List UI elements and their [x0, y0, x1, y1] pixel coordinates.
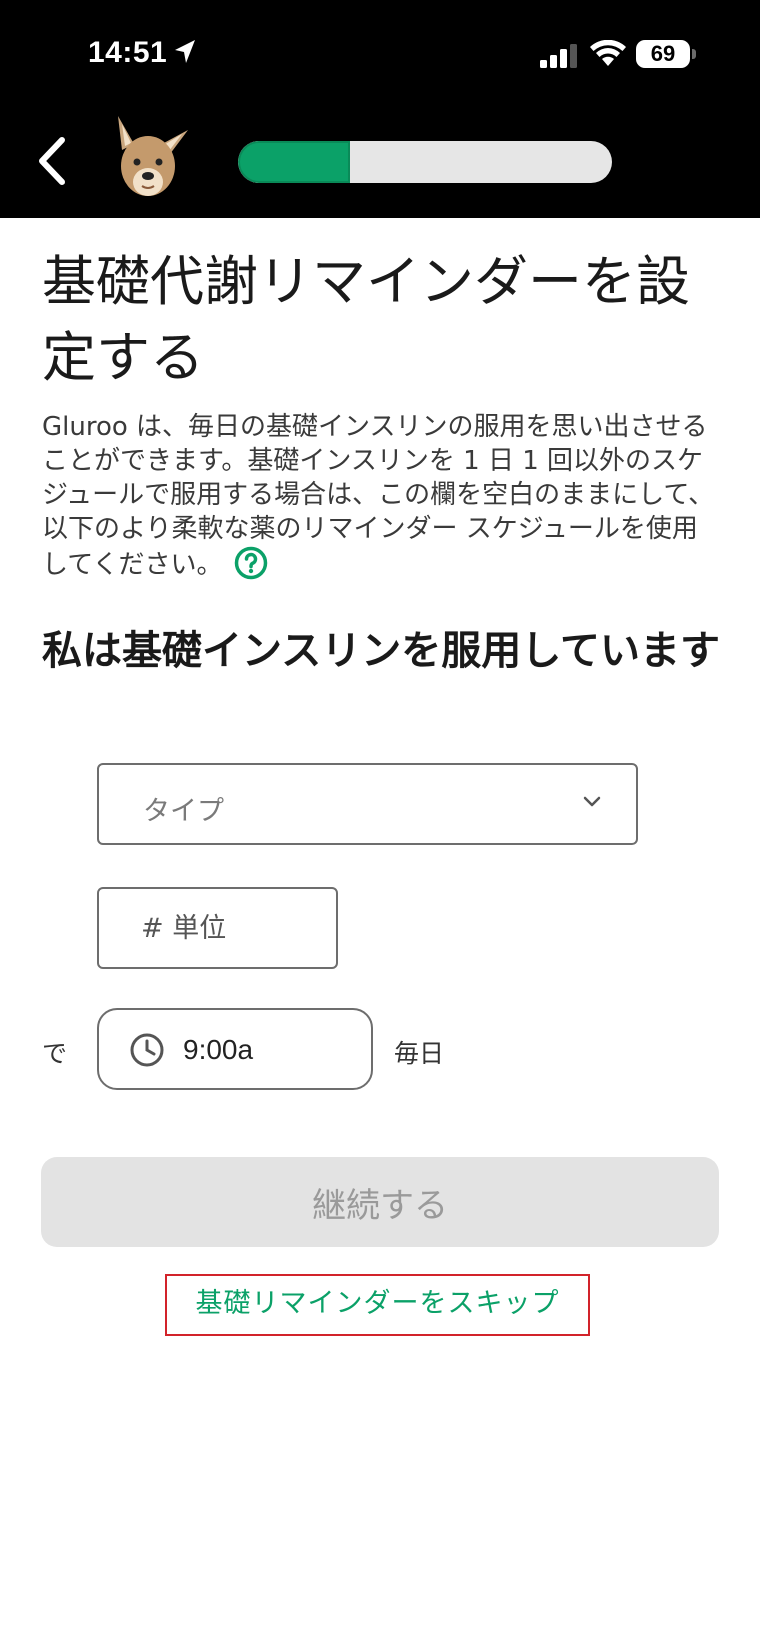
continue-button[interactable]: 継続する	[41, 1157, 719, 1247]
wifi-icon	[590, 40, 626, 66]
progress-fill	[238, 141, 351, 183]
time-value: 9:00a	[183, 1034, 254, 1065]
status-time: 14:51	[88, 36, 197, 70]
at-label: で	[42, 1039, 68, 1068]
chevron-down-icon	[583, 796, 601, 807]
back-button[interactable]	[32, 134, 72, 188]
daily-label: 毎日	[394, 1039, 445, 1068]
location-arrow-icon	[175, 40, 196, 63]
section-title: 私は基礎インスリンを服用しています	[42, 628, 720, 674]
clock-icon	[130, 1033, 164, 1067]
time-picker[interactable]: 9:00a	[97, 1008, 373, 1090]
units-input[interactable]	[97, 887, 338, 969]
top-bar: 14:51 69	[0, 0, 760, 218]
battery-nub	[692, 49, 696, 59]
page-title: 基礎代謝リマインダーを設定する	[42, 250, 690, 389]
cellular-signal-icon	[540, 44, 577, 68]
battery-indicator: 69	[636, 40, 690, 68]
description-text: Gluroo は、毎日の基礎インスリンの服用を思い出させることができます。基礎イ…	[42, 410, 718, 582]
question-circle-icon[interactable]	[234, 546, 268, 580]
progress-bar	[238, 141, 612, 183]
skip-basal-reminder-link[interactable]: 基礎リマインダーをスキップ	[165, 1274, 590, 1336]
kangaroo-mascot-icon	[118, 116, 188, 196]
insulin-type-select[interactable]: タイプ	[97, 763, 638, 845]
description-body: Gluroo は、毎日の基礎インスリンの服用を思い出させることができます。基礎イ…	[42, 412, 715, 580]
type-select-placeholder: タイプ	[143, 796, 224, 827]
